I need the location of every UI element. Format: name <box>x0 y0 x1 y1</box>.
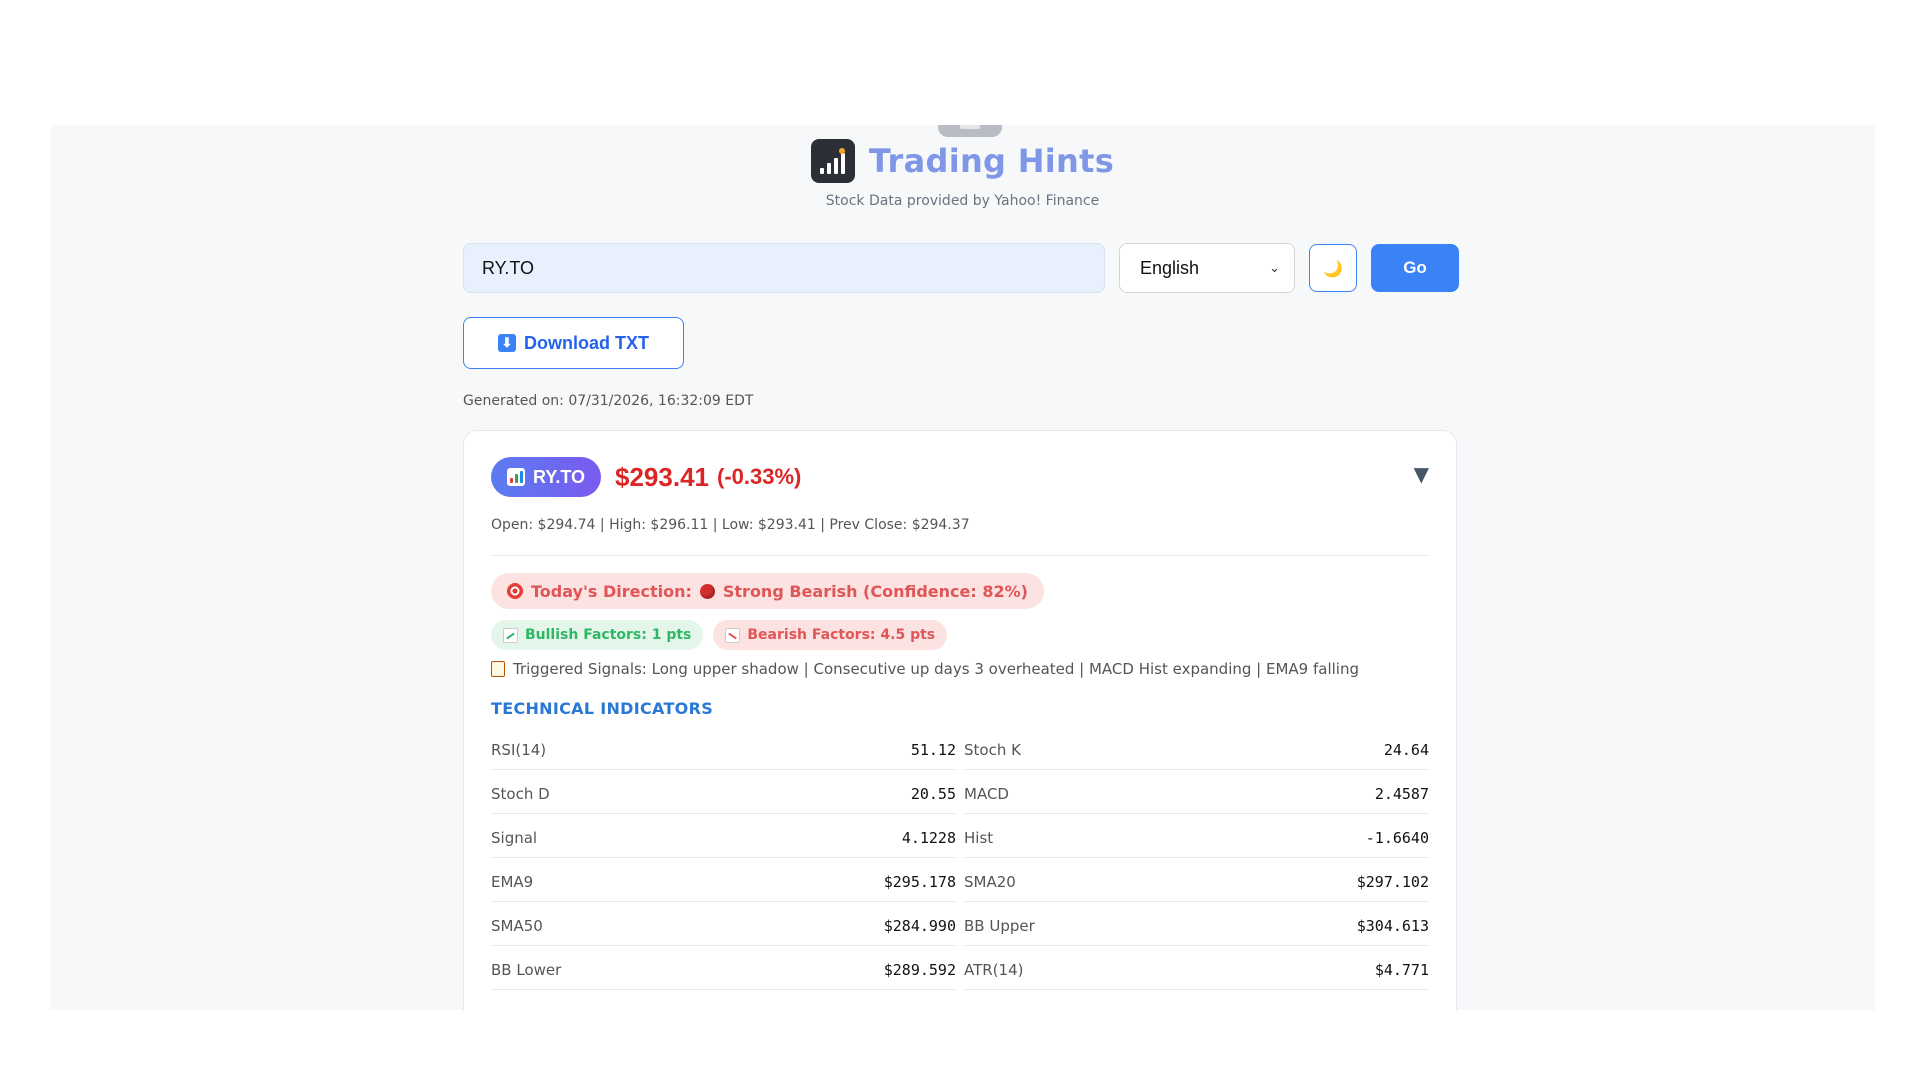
indicator-label: Hist <box>964 828 994 847</box>
app-title: Trading Hints <box>868 142 1115 180</box>
indicator-row: Stoch K 24.64 <box>964 726 1429 770</box>
go-button[interactable]: Go <box>1371 244 1459 292</box>
indicator-label: MACD <box>964 784 1009 803</box>
download-txt-button[interactable]: ⬇ Download TXT <box>463 317 684 369</box>
indicator-row: RSI(14) 51.12 <box>491 726 956 770</box>
indicator-label: ATR(14) <box>964 960 1024 979</box>
chart-up-icon <box>503 627 518 643</box>
indicator-label: SMA50 <box>491 916 543 935</box>
bullish-factors-badge: Bullish Factors: 1 pts <box>491 620 704 650</box>
factors-row: Bullish Factors: 1 pts Bearish Factors: … <box>491 620 1429 650</box>
direction-badge: Today's Direction: Strong Bearish (Confi… <box>491 573 1044 609</box>
indicator-row: MACD 2.4587 <box>964 770 1429 814</box>
price-change-percent: (-0.33%) <box>717 464 802 489</box>
indicator-value: $297.102 <box>1356 872 1429 891</box>
moon-icon: 🌙 <box>1323 258 1343 278</box>
bearish-factors-badge: Bearish Factors: 4.5 pts <box>713 620 948 650</box>
indicator-row: BB Lower $289.592 <box>491 946 956 990</box>
indicators-grid: RSI(14) 51.12 Stoch K 24.64 Stoch D 20.55 M… <box>491 726 1429 990</box>
indicator-label: Signal <box>491 828 538 847</box>
triggered-signals: Triggered Signals: Long upper shadow | C… <box>491 660 1429 678</box>
indicator-value: -1.6640 <box>1365 828 1429 847</box>
indicator-row: EMA9 $295.178 <box>491 858 956 902</box>
indicator-row: SMA20 $297.102 <box>964 858 1429 902</box>
indicator-label: BB Lower <box>491 960 562 979</box>
data-source-subtitle: Stock Data provided by Yahoo! Finance <box>825 193 1100 209</box>
ohlc-summary: Open: $294.74 | High: $296.11 | Low: $29… <box>491 517 1429 556</box>
indicator-row: BB Upper $304.613 <box>964 902 1429 946</box>
indicator-value: $284.990 <box>883 916 956 935</box>
language-select[interactable]: English ⌄ <box>1119 243 1295 293</box>
chevron-down-icon: ⌄ <box>1269 260 1280 275</box>
indicator-label: BB Upper <box>964 916 1035 935</box>
indicator-label: Stoch K <box>964 740 1021 759</box>
indicator-value: $304.613 <box>1356 916 1429 935</box>
indicator-label: RSI(14) <box>491 740 547 759</box>
theme-toggle-button[interactable]: 🌙 <box>1309 244 1357 292</box>
language-select-value: English <box>1140 257 1200 278</box>
red-circle-icon <box>699 583 715 599</box>
indicator-value: $295.178 <box>883 872 956 891</box>
ticker-badge: RY.TO <box>491 457 602 497</box>
chart-down-icon <box>725 627 741 643</box>
indicator-value: $4.771 <box>1374 960 1429 979</box>
stock-card: RY.TO $293.41 (-0.33%) ▼ Open: $294.74 |… <box>463 430 1457 1010</box>
app-surface: Trading Hints Stock Data provided by Yah… <box>50 125 1875 1010</box>
indicator-value: 24.64 <box>1383 740 1429 759</box>
collapse-toggle-icon[interactable]: ▼ <box>1414 462 1429 486</box>
header: Trading Hints Stock Data provided by Yah… <box>50 139 1875 209</box>
indicator-row: Stoch D 20.55 <box>491 770 956 814</box>
search-row: RY.TO English ⌄ 🌙 Go <box>463 243 1459 293</box>
title-row: Trading Hints <box>810 139 1115 183</box>
ticker-badge-label: RY.TO <box>533 466 586 487</box>
indicator-row: ATR(14) $4.771 <box>964 946 1429 990</box>
indicator-row: Hist -1.6640 <box>964 814 1429 858</box>
ticker-input[interactable]: RY.TO <box>463 243 1105 293</box>
indicator-value: 2.4587 <box>1374 784 1429 803</box>
target-icon <box>507 583 523 599</box>
current-price: $293.41 <box>615 461 709 492</box>
download-icon: ⬇ <box>498 334 516 352</box>
app-logo-icon <box>810 139 855 183</box>
indicator-value: $289.592 <box>883 960 956 979</box>
generated-timestamp: Generated on: 07/31/2026, 16:32:09 EDT <box>463 393 754 409</box>
indicator-label: SMA20 <box>964 872 1016 891</box>
download-label: Download TXT <box>524 332 649 353</box>
technical-indicators-heading: TECHNICAL INDICATORS <box>491 699 714 718</box>
indicator-value: 20.55 <box>910 784 956 803</box>
indicator-label: Stoch D <box>491 784 550 803</box>
indicator-label: EMA9 <box>491 872 534 891</box>
direction-label: Today's Direction: <box>531 581 692 601</box>
pull-tab-handle[interactable] <box>938 125 1002 137</box>
indicator-row: SMA50 $284.990 <box>491 902 956 946</box>
bar-chart-icon <box>507 468 525 486</box>
bearish-factors-label: Bearish Factors: 4.5 pts <box>747 627 936 643</box>
indicator-value: 51.12 <box>910 740 956 759</box>
direction-value: Strong Bearish (Confidence: 82%) <box>722 581 1028 601</box>
ticker-input-value: RY.TO <box>482 257 535 278</box>
card-header: RY.TO $293.41 (-0.33%) ▼ <box>491 457 1429 497</box>
triggered-signals-text: Triggered Signals: Long upper shadow | C… <box>513 660 1359 678</box>
bullish-factors-label: Bullish Factors: 1 pts <box>525 627 692 643</box>
clipboard-icon <box>491 661 505 677</box>
indicator-row: Signal 4.1228 <box>491 814 956 858</box>
indicator-value: 4.1228 <box>901 828 956 847</box>
